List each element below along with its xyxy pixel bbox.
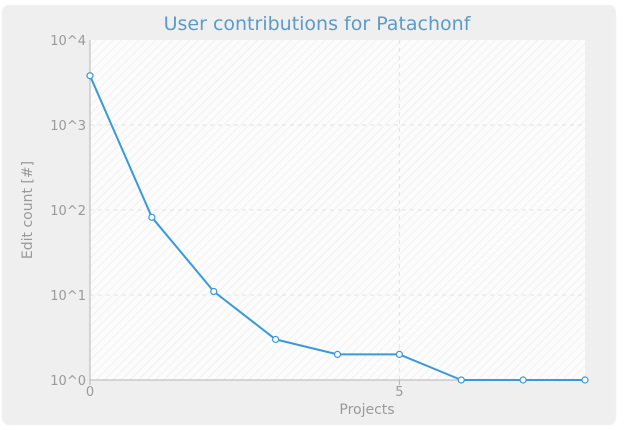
y-tick-label: 10^3	[50, 119, 86, 134]
data-point	[148, 213, 156, 221]
chart-title: User contributions for Patachonf	[164, 13, 472, 35]
x-tick-label: 0	[86, 385, 94, 400]
data-point	[519, 376, 527, 384]
y-tick-label: 10^1	[50, 289, 86, 304]
y-tick-label: 10^4	[50, 34, 86, 49]
data-point	[581, 376, 589, 384]
y-tick-label: 10^0	[50, 374, 86, 389]
data-point	[272, 335, 280, 344]
data-point	[333, 350, 342, 359]
data-point	[457, 376, 465, 384]
y-axis-label: Edit count [#]	[20, 161, 36, 259]
x-axis-label: Projects	[339, 402, 394, 418]
data-point	[395, 350, 403, 359]
data-point	[86, 72, 94, 80]
y-tick-label: 10^2	[50, 204, 86, 219]
x-tick-label: 5	[395, 385, 403, 400]
line-chart: User contributions for Patachonf 10^0 10^…	[20, 13, 589, 418]
data-point	[210, 287, 218, 296]
